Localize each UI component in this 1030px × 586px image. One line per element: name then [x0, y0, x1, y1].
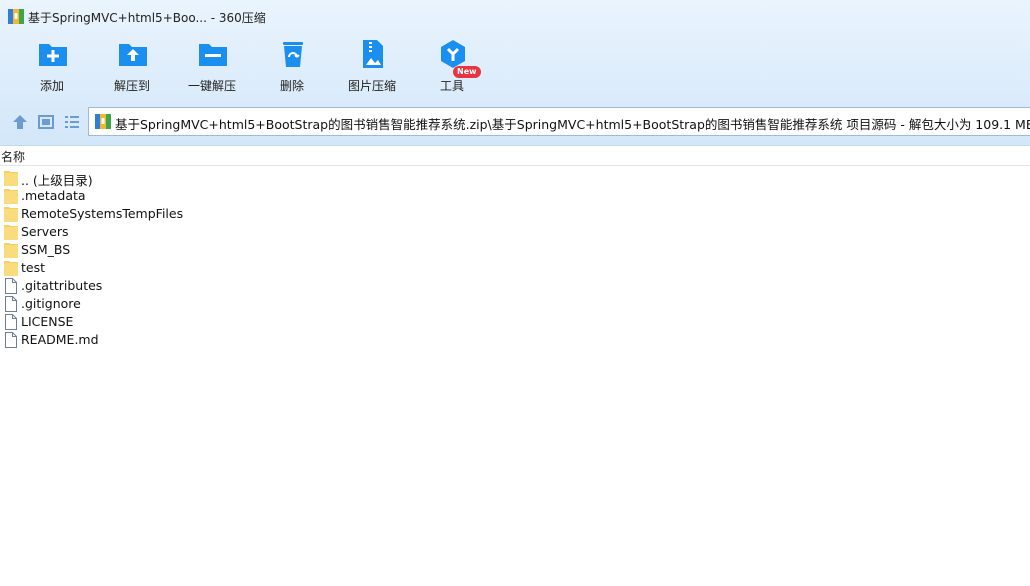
extract-to-icon — [119, 44, 147, 66]
add-button-label: 添加 — [39, 79, 64, 93]
folder-row[interactable]: .. (上级目录) — [0, 169, 500, 188]
file-row[interactable]: LICENSE — [0, 313, 500, 331]
file-name: SSM_BS — [21, 242, 71, 257]
path-text: 基于SpringMVC+html5+BootStrap的图书销售智能推荐系统.z… — [115, 117, 1030, 132]
folder-row[interactable]: RemoteSystemsTempFiles — [0, 205, 500, 223]
tools-icon — [441, 40, 465, 68]
delete-button-label: 删除 — [279, 79, 304, 93]
title-bar: 基于SpringMVC+html5+Boo... - 360压缩 — [0, 0, 1030, 34]
folder-row[interactable]: Servers — [0, 223, 500, 241]
file-row[interactable]: .gitattributes — [0, 277, 500, 295]
path-bar[interactable]: 基于SpringMVC+html5+BootStrap的图书销售智能推荐系统.z… — [88, 107, 1030, 136]
tools-button-label: 工具 — [439, 79, 464, 93]
header-area: 基于SpringMVC+html5+Boo... - 360压缩 添加 解压到 — [0, 0, 1030, 146]
list-view-icon[interactable] — [63, 113, 81, 131]
archive-app-icon — [8, 9, 24, 24]
extract-to-button-label: 解压到 — [113, 79, 150, 93]
file-name: .gitattributes — [21, 278, 103, 293]
folder-icon — [4, 261, 18, 276]
folder-row[interactable]: SSM_BS — [0, 241, 500, 259]
folder-icon — [4, 207, 18, 222]
tools-button[interactable]: 工具 — [413, 34, 491, 98]
name-column-header[interactable]: 名称 — [1, 148, 25, 165]
toolbar: 添加 解压到 一键解压 删除 图片压缩 工具 New — [0, 34, 1030, 100]
window-title: 基于SpringMVC+html5+Boo... - 360压缩 — [28, 11, 266, 25]
file-name: Servers — [21, 224, 69, 239]
folder-icon — [4, 171, 18, 186]
file-icon — [5, 314, 17, 330]
file-name: test — [21, 260, 46, 275]
file-name: .metadata — [21, 188, 86, 203]
file-icon — [5, 332, 17, 348]
file-row[interactable]: .gitignore — [0, 295, 500, 313]
file-name: README.md — [21, 332, 99, 347]
image-compress-icon — [363, 40, 383, 68]
file-name: .gitignore — [21, 296, 81, 311]
archive-icon — [95, 114, 111, 129]
thumbnail-view-icon[interactable] — [37, 113, 55, 131]
file-icon — [5, 278, 17, 294]
folder-icon — [4, 225, 18, 240]
folder-icon — [4, 243, 18, 258]
file-icon — [5, 296, 17, 312]
file-name: RemoteSystemsTempFiles — [21, 206, 184, 221]
column-header: 名称 — [0, 147, 1030, 166]
file-name: LICENSE — [21, 314, 74, 329]
folder-icon — [4, 189, 18, 204]
one-click-extract-button[interactable]: 一键解压 — [173, 34, 251, 98]
one-click-extract-button-label: 一键解压 — [187, 79, 236, 93]
extract-to-button[interactable]: 解压到 — [93, 34, 171, 98]
folder-row[interactable]: test — [0, 259, 500, 277]
new-badge: New — [453, 66, 481, 78]
recycle-bin-icon — [283, 42, 303, 67]
image-compress-button[interactable]: 图片压缩 — [333, 34, 411, 98]
navigation-bar: 基于SpringMVC+html5+BootStrap的图书销售智能推荐系统.z… — [0, 104, 1030, 140]
file-row[interactable]: README.md — [0, 331, 500, 349]
add-folder-icon — [39, 44, 67, 66]
add-button[interactable]: 添加 — [13, 34, 91, 98]
delete-button[interactable]: 删除 — [253, 34, 331, 98]
image-compress-button-label: 图片压缩 — [347, 79, 396, 93]
one-click-extract-icon — [199, 44, 227, 66]
folder-row[interactable]: .metadata — [0, 187, 500, 205]
up-arrow-icon[interactable] — [11, 113, 29, 131]
